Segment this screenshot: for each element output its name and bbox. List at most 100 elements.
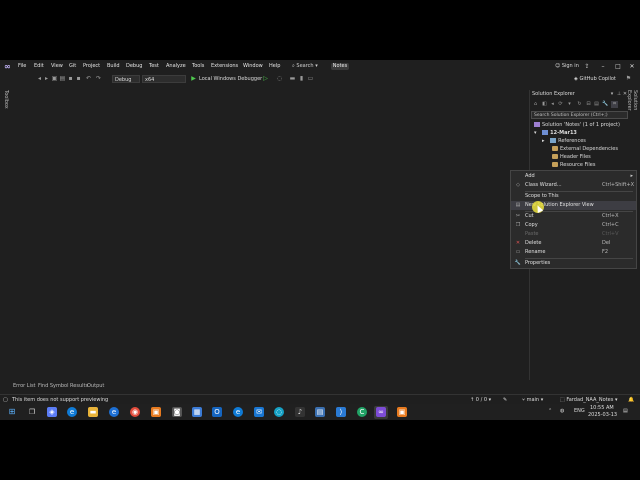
feedback-icon[interactable]: ⚑ xyxy=(625,75,632,82)
clock-time[interactable]: 10:55 AM xyxy=(590,405,614,412)
input-language[interactable]: ENG xyxy=(574,408,585,415)
menu-help[interactable]: Help xyxy=(269,60,280,73)
repo-selector[interactable]: ⬚ Fardad_NAA_Notes ▾ xyxy=(560,396,617,404)
tab-error-list[interactable]: Error List xyxy=(13,383,36,390)
sign-in-button[interactable]: ☺ Sign in xyxy=(555,62,579,71)
edge-icon[interactable]: e xyxy=(109,407,119,417)
menu-debug[interactable]: Debug xyxy=(126,60,142,73)
tab-find-symbol-results[interactable]: Find Symbol Results xyxy=(38,383,88,390)
back-icon[interactable]: ◂ xyxy=(549,101,556,108)
home-icon[interactable]: ⌂ xyxy=(532,101,539,108)
windows-start-icon[interactable]: ⊞ xyxy=(7,407,17,417)
camera-icon[interactable]: ◙ xyxy=(172,407,182,417)
tree-item-header-files[interactable]: Header Files xyxy=(552,153,591,161)
tray-overflow-icon[interactable]: ⌃ xyxy=(548,408,552,415)
chrome-icon[interactable]: ◉ xyxy=(130,407,140,417)
menu-item-delete[interactable]: ✕ Delete Del xyxy=(511,239,636,248)
open-folder-icon[interactable]: ▤ xyxy=(59,75,66,82)
toolbox-tab[interactable]: Toolbox xyxy=(2,90,9,120)
orange-app-icon[interactable]: ▣ xyxy=(397,407,407,417)
pending-changes-icon[interactable]: ▾ xyxy=(566,101,573,108)
forward-icon[interactable]: ▸ xyxy=(43,75,50,82)
tab-output[interactable]: Output xyxy=(87,383,104,390)
solution-explorer-search-input[interactable]: Search Solution Explorer (Ctrl+;) xyxy=(531,111,628,119)
tree-item-resource-files[interactable]: Resource Files xyxy=(552,161,596,169)
task-view-icon[interactable]: ❐ xyxy=(27,407,37,417)
menu-item-copy[interactable]: ❐ Copy Ctrl+C xyxy=(511,221,636,230)
switch-views-icon[interactable]: ◧ xyxy=(541,101,548,108)
new-item-icon[interactable]: ▣ xyxy=(51,75,58,82)
minimize-icon[interactable]: – xyxy=(595,60,611,73)
microphone-icon[interactable]: ♪ xyxy=(295,407,305,417)
green-app-icon[interactable]: C xyxy=(357,407,367,417)
visual-studio-code-icon[interactable]: ⟩ xyxy=(336,407,346,417)
bookmark-icon[interactable]: ▮ xyxy=(298,75,305,82)
menu-analyze[interactable]: Analyze xyxy=(166,60,186,73)
menu-item-cut[interactable]: ✂ Cut Ctrl+X xyxy=(511,212,636,221)
menu-item-scope-to-this[interactable]: Scope to This xyxy=(511,192,636,201)
redo-icon[interactable]: ↷ xyxy=(95,75,102,82)
menu-tools[interactable]: Tools xyxy=(192,60,204,73)
menu-git[interactable]: Git xyxy=(69,60,76,73)
properties-icon[interactable]: 🔧 xyxy=(602,101,609,108)
menu-item-add[interactable]: Add ▸ xyxy=(511,172,636,181)
save-icon[interactable]: ▪ xyxy=(67,75,74,82)
clock-date[interactable]: 2025-03-13 xyxy=(588,412,617,419)
network-icon[interactable]: ◍ xyxy=(560,408,564,415)
remote-desktop-icon[interactable]: ▦ xyxy=(192,407,202,417)
comment-icon[interactable]: ▭ xyxy=(307,75,314,82)
visual-studio-icon[interactable]: ∞ xyxy=(376,407,386,417)
tree-item-external-dependencies[interactable]: External Dependencies xyxy=(552,145,618,153)
debug-target-button[interactable]: Local Windows Debugger xyxy=(199,75,262,83)
edge-browser-icon[interactable]: e xyxy=(67,407,77,417)
menu-test[interactable]: Test xyxy=(149,60,159,73)
menu-item-paste[interactable]: Paste Ctrl+V xyxy=(511,230,636,239)
refresh-icon[interactable]: ↻ xyxy=(576,101,583,108)
show-all-files-icon[interactable]: ▤ xyxy=(593,101,600,108)
menu-edit[interactable]: Edit xyxy=(34,60,44,73)
performance-icon[interactable]: ◌ xyxy=(276,75,283,82)
close-icon[interactable]: ✕ xyxy=(624,60,640,73)
tree-item-solution[interactable]: Solution 'Notes' (1 of 1 project) xyxy=(534,121,620,129)
notifications-icon[interactable]: 🔔 xyxy=(628,396,634,404)
menu-item-rename[interactable]: ▭ Rename F2 xyxy=(511,248,636,257)
menu-extensions[interactable]: Extensions xyxy=(211,60,238,73)
search-button[interactable]: ⌕ Search ▾ xyxy=(292,63,322,70)
menu-item-new-solution-explorer-view[interactable]: ▤ New Solution Explorer View xyxy=(511,201,636,210)
pencil-icon[interactable]: ✎ xyxy=(503,396,507,404)
preview-icon[interactable]: ⌗ xyxy=(611,101,618,108)
edge-profile-icon[interactable]: e xyxy=(233,407,243,417)
github-copilot-button[interactable]: ◈ GitHub Copilot xyxy=(574,75,616,83)
undo-icon[interactable]: ↶ xyxy=(85,75,92,82)
file-explorer-icon[interactable]: ▬ xyxy=(88,407,98,417)
solution-explorer-side-tab[interactable]: Solution Explorer xyxy=(626,90,638,130)
window-position-icon[interactable]: ▾ xyxy=(609,91,615,98)
menu-project[interactable]: Project xyxy=(83,60,100,73)
copilot-app-icon[interactable]: ◈ xyxy=(47,407,57,417)
error-count[interactable]: ↑ 0 / 0 ▾ xyxy=(470,396,491,404)
tree-item-project[interactable]: ▾ 12-Mar13 xyxy=(534,129,628,137)
menu-window[interactable]: Window xyxy=(243,60,263,73)
save-all-icon[interactable]: ▪ xyxy=(75,75,82,82)
sync-icon[interactable]: ⟳ xyxy=(557,101,564,108)
menu-item-properties[interactable]: 🔧 Properties xyxy=(511,259,636,268)
office-app-icon[interactable]: ▣ xyxy=(151,407,161,417)
folder-icon[interactable]: ▬ xyxy=(289,75,296,82)
loop-icon[interactable]: ◌ xyxy=(274,407,284,417)
back-icon[interactable]: ◂ xyxy=(36,75,43,82)
start-without-debugging-icon[interactable]: ▷ xyxy=(262,75,269,82)
mail-icon[interactable]: ✉ xyxy=(254,407,264,417)
menu-view[interactable]: View xyxy=(51,60,63,73)
start-debugging-icon[interactable]: ▶ xyxy=(190,75,197,82)
tree-item-references[interactable]: ▸ References xyxy=(542,137,586,145)
collapse-all-icon[interactable]: ⊟ xyxy=(585,101,592,108)
platform-select[interactable]: x64 xyxy=(142,75,186,83)
configuration-select[interactable]: Debug xyxy=(112,75,140,83)
live-share-icon[interactable]: ⇪ xyxy=(579,60,595,73)
notification-center-icon[interactable]: ▤ xyxy=(623,408,628,415)
outlook-icon[interactable]: O xyxy=(212,407,222,417)
menu-build[interactable]: Build xyxy=(107,60,120,73)
notepad-icon[interactable]: ▤ xyxy=(315,407,325,417)
menu-item-class-wizard[interactable]: ◇ Class Wizard... Ctrl+Shift+X xyxy=(511,181,636,190)
branch-selector[interactable]: ⑂ main ▾ xyxy=(522,396,543,404)
